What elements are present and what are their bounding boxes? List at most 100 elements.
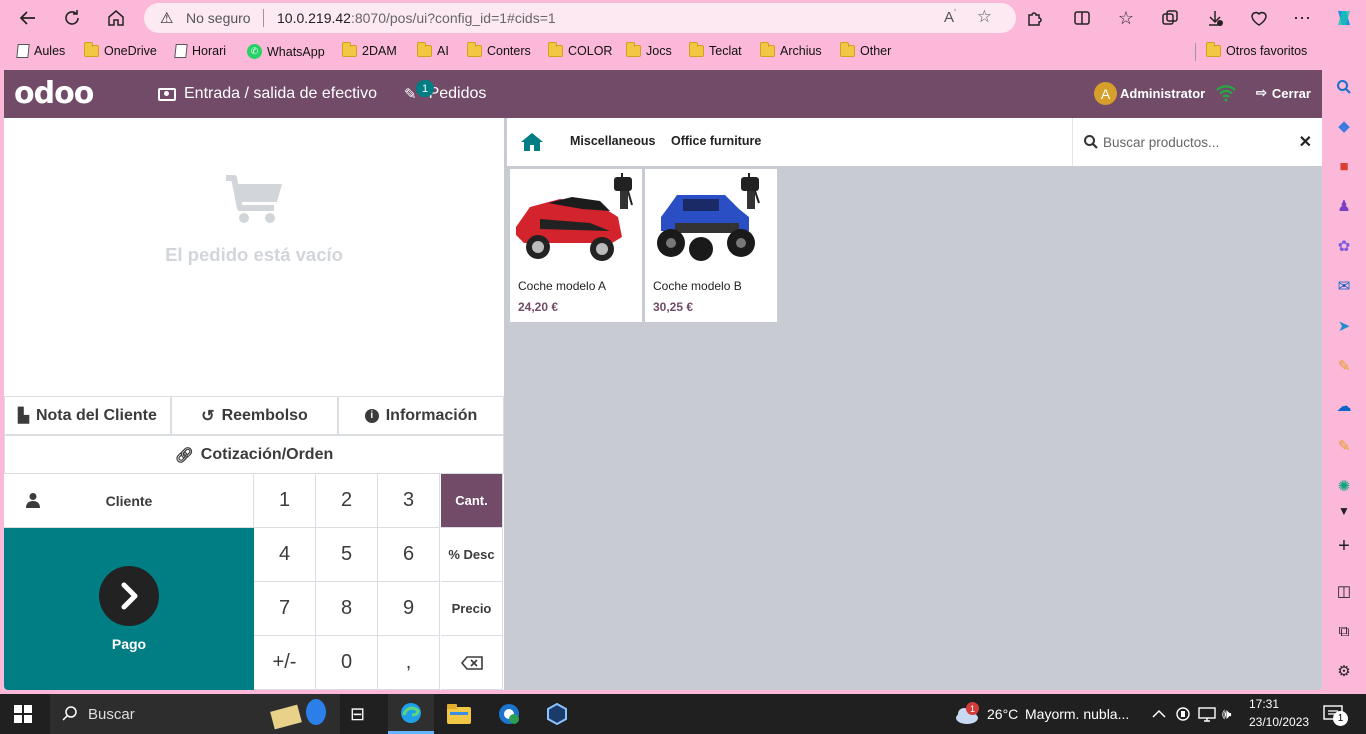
key-5[interactable]: 5 [316,528,378,582]
bookmark-aules[interactable]: Aules [16,44,65,58]
folder-icon [84,42,99,57]
volume-icon[interactable]: 🕪︎ [1222,694,1231,734]
taskbar-edge-icon[interactable] [388,694,434,734]
link-icon: 🔗︎ [174,446,194,464]
address-bar[interactable]: ⚠ No seguro 10.0.219.42:8070/pos/ui?conf… [144,3,1016,33]
info-button[interactable]: i Información [338,396,504,435]
category-miscellaneous[interactable]: Miscellaneous [570,134,655,148]
favorites-icon[interactable]: ☆ [1115,7,1137,29]
microsoft365-icon[interactable]: ✿ [1334,236,1354,256]
clock-time[interactable]: 17:31 [1249,697,1279,711]
search-input[interactable]: Buscar productos... ✕ [1072,118,1322,166]
key-8[interactable]: 8 [316,582,378,636]
read-aloud-icon[interactable]: Aʼ [944,8,956,26]
cash-in-out-button[interactable]: Entrada / salida de efectivo [158,85,377,103]
shopping-tag-icon[interactable]: ◆ [1334,116,1354,136]
bookmark-2dam[interactable]: 2DAM [342,42,397,58]
sidebar-layout-icon[interactable]: ◫ [1334,581,1354,601]
more-menu-icon[interactable]: ⋯ [1291,7,1313,29]
external-link-icon[interactable]: ⧉ [1334,621,1354,641]
chevron-down-icon[interactable]: ▼ [1334,501,1354,521]
bookmarks-bar: Aules OneDrive Horari ✆ WhatsApp 2DAM AI … [0,36,1366,68]
add-icon[interactable]: + [1334,535,1354,557]
customer-button[interactable]: Cliente [4,474,254,528]
chevron-up-icon[interactable] [1152,694,1166,734]
key-7[interactable]: 7 [254,582,316,636]
bookmark-onedrive[interactable]: OneDrive [84,42,157,58]
category-office-furniture[interactable]: Office furniture [671,134,761,148]
notes-icon[interactable]: ✎ [1334,356,1354,376]
extensions-icon[interactable] [1023,7,1045,29]
backspace-button[interactable] [441,636,503,690]
back-icon[interactable] [17,7,39,29]
bookmark-color[interactable]: COLOR [548,42,612,58]
bookmark-horari[interactable]: Horari [174,44,226,58]
mode-price-button[interactable]: Precio [441,582,503,636]
product-card[interactable]: Coche modelo B 30,25 € [645,169,777,322]
info-icon: i [364,408,379,423]
key-plus-minus[interactable]: +/- [254,636,316,690]
order-pane: El pedido está vacío ▙ Nota del Cliente … [4,118,504,690]
quotation-order-button[interactable]: 🔗︎ Cotización/Orden [4,435,504,474]
category-bar: Miscellaneous Office furniture Buscar pr… [507,118,1322,166]
customer-note-button[interactable]: ▙ Nota del Cliente [4,396,171,435]
notes2-icon[interactable]: ✎ [1334,436,1354,456]
key-6[interactable]: 6 [378,528,440,582]
bookmark-teclat[interactable]: Teclat [689,42,742,58]
chatgpt-icon[interactable]: ✺ [1334,476,1354,496]
user-name[interactable]: Administrator [1120,86,1205,101]
key-3[interactable]: 3 [378,474,440,528]
settings-icon[interactable]: ⚙ [1334,661,1354,681]
windows-start-icon[interactable] [14,694,32,734]
virtualbox-icon[interactable] [545,694,569,734]
key-4[interactable]: 4 [254,528,316,582]
outlook-icon[interactable]: ✉ [1334,276,1354,296]
avatar[interactable]: A [1094,82,1117,105]
games-icon[interactable]: ♟ [1334,196,1354,216]
page-icon [16,44,30,58]
key-2[interactable]: 2 [316,474,378,528]
favorite-star-icon[interactable]: ☆ [977,7,992,27]
product-card[interactable]: Coche modelo A 24,20 € [510,169,642,322]
performance-icon[interactable] [1248,7,1270,29]
bookmark-whatsapp[interactable]: ✆ WhatsApp [247,44,325,59]
bookmark-other-favorites[interactable]: Otros favoritos [1206,42,1307,58]
onedrive-tray-icon[interactable] [1175,694,1191,734]
collections-icon[interactable] [1159,7,1181,29]
divider [263,9,264,27]
clear-search-icon[interactable]: ✕ [1299,132,1312,152]
taskbar-edge-beta-icon[interactable] [497,694,521,734]
product-price: 24,20 € [518,300,559,314]
weather-icon[interactable] [954,694,980,734]
key-0[interactable]: 0 [316,636,378,690]
search-icon[interactable] [1334,77,1354,97]
url-text[interactable]: 10.0.219.42:8070/pos/ui?config_id=1#cids… [277,10,556,26]
home-icon[interactable] [105,7,127,29]
split-screen-icon[interactable] [1071,7,1093,29]
file-explorer-icon[interactable] [447,694,471,734]
mode-discount-button[interactable]: % Desc [441,528,503,582]
copilot-icon[interactable] [1333,7,1355,29]
send-icon[interactable]: ➤ [1334,316,1354,336]
bookmark-archius[interactable]: Archius [760,42,822,58]
bookmark-conters[interactable]: Conters [467,42,531,58]
key-1[interactable]: 1 [254,474,316,528]
bookmark-jocs[interactable]: Jocs [626,42,672,58]
network-icon[interactable] [1198,694,1216,734]
bookmark-other[interactable]: Other [840,42,891,58]
bookmark-ai[interactable]: AI [417,42,449,58]
close-button[interactable]: ⇨ Cerrar [1256,85,1311,101]
mode-quantity-button[interactable]: Cant. [441,474,503,528]
task-view-icon[interactable]: ⊟ [350,694,365,734]
payment-button[interactable]: Pago [4,528,254,690]
key-decimal[interactable]: , [378,636,440,690]
refund-button[interactable]: ↺ Reembolso [171,396,338,435]
refresh-icon[interactable] [61,7,83,29]
key-9[interactable]: 9 [378,582,440,636]
clock-date[interactable]: 23/10/2023 [1249,715,1309,729]
onedrive-icon[interactable]: ☁ [1334,396,1354,416]
downloads-icon[interactable] [1204,7,1226,29]
home-category-icon[interactable] [520,132,544,157]
folder-icon [342,42,357,57]
tools-icon[interactable]: ■ [1334,156,1354,176]
